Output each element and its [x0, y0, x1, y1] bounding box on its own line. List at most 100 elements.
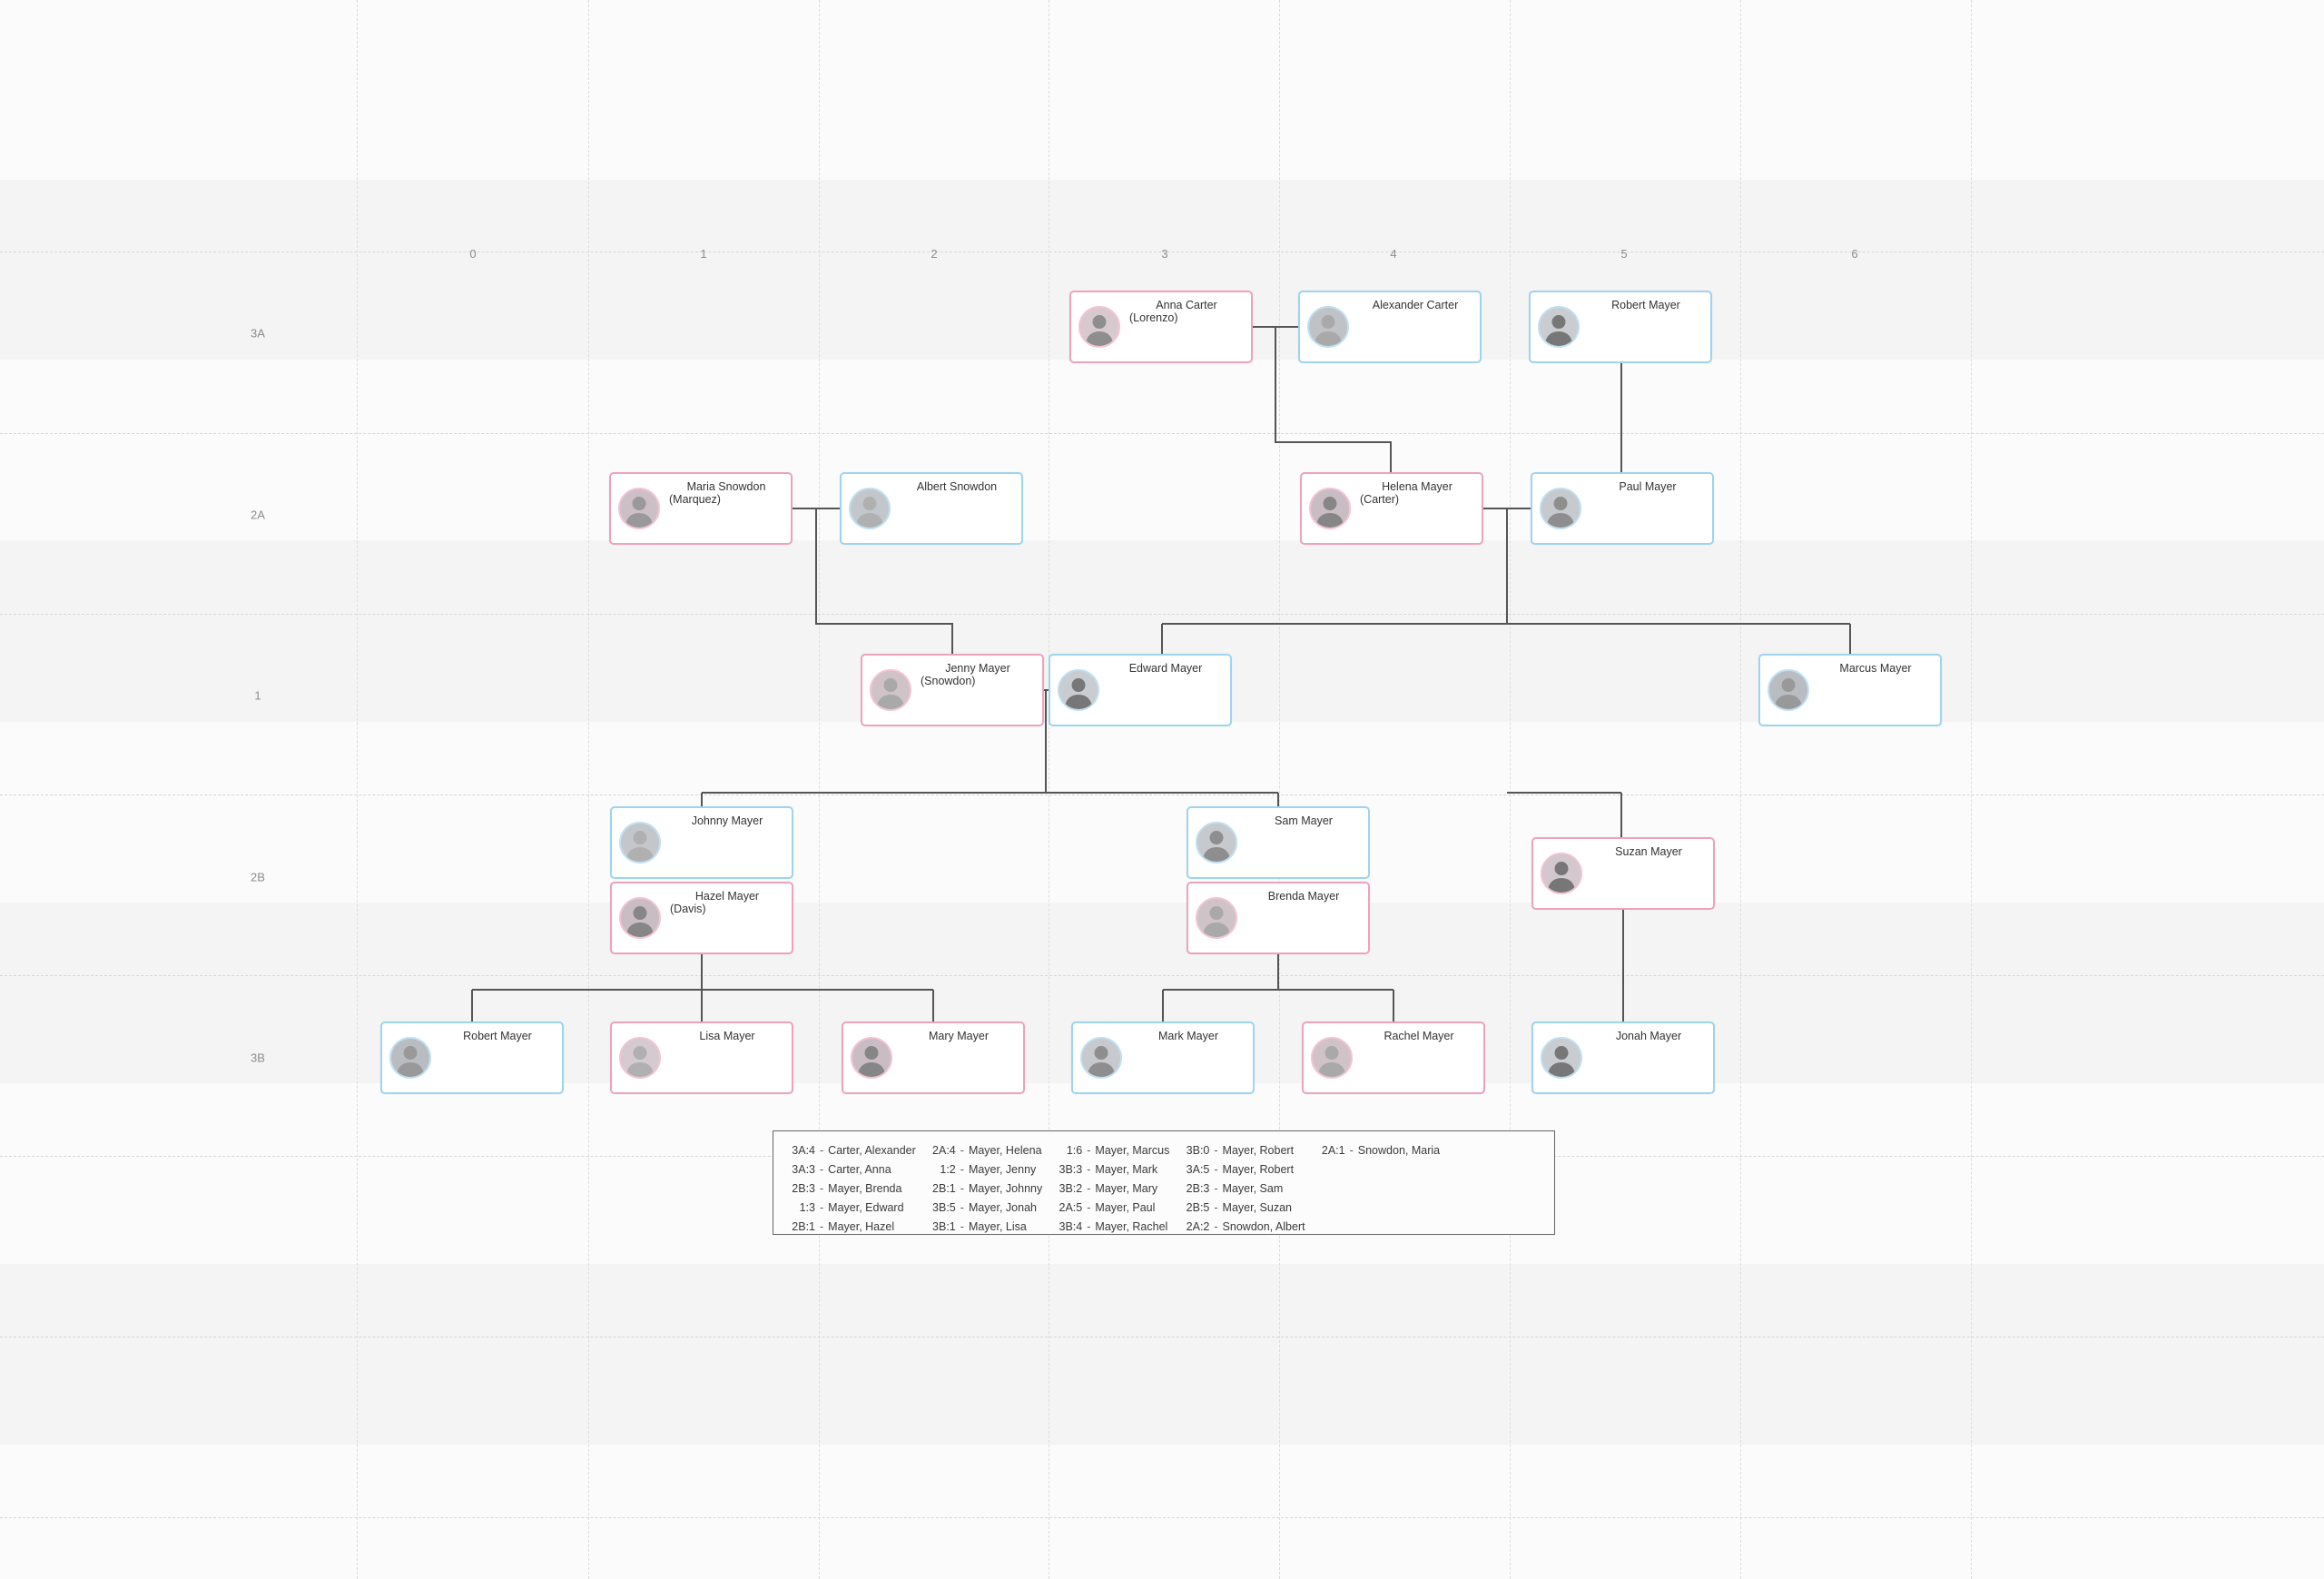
legend-dash: - — [820, 1182, 824, 1195]
legend-person-name: Mayer, Helena — [968, 1144, 1042, 1157]
legend-code: 3A:3 — [792, 1163, 815, 1176]
legend-cell: 2A:4- Mayer, Helena — [931, 1144, 1057, 1163]
legend-cell: 2B:3- Mayer, Brenda — [790, 1182, 931, 1201]
person-full-name: Sam Mayer — [1275, 814, 1333, 827]
person-full-name: Paul Mayer — [1619, 480, 1677, 493]
person-card-mark-mayer[interactable]: Mark Mayer — [1071, 1021, 1255, 1094]
horizontal-gridline-1 — [0, 433, 2324, 434]
legend-dash: - — [1349, 1144, 1354, 1157]
person-name: Sam Mayer — [1245, 814, 1363, 827]
person-card-suzan-mayer[interactable]: Suzan Mayer — [1531, 837, 1715, 910]
person-card-robert-mayer[interactable]: Robert Mayer — [1529, 291, 1712, 363]
row-label-1: 1 — [254, 688, 261, 703]
person-avatar-icon — [1538, 306, 1580, 348]
person-avatar-icon — [1311, 1037, 1353, 1079]
person-avatar-icon — [618, 488, 660, 529]
legend-person-name: Mayer, Johnny — [968, 1182, 1043, 1195]
legend-cell: 1:3- Mayer, Edward — [790, 1201, 931, 1220]
person-card-jenny-mayer[interactable]: Jenny Mayer (Snowdon) — [861, 654, 1044, 726]
legend-code: 2B:3 — [1186, 1182, 1210, 1195]
person-maiden-name: (Carter) — [1360, 493, 1400, 506]
legend-dash: - — [1214, 1144, 1218, 1157]
person-avatar-icon — [870, 669, 911, 711]
person-name: Jonah Mayer — [1590, 1030, 1708, 1042]
person-full-name: Suzan Mayer — [1615, 845, 1682, 858]
legend-dash: - — [960, 1182, 964, 1195]
vertical-gridline-4 — [1279, 0, 1281, 1579]
legend-row: 2B:3- Mayer, Brenda 2B:1- Mayer, Johnny 3B:2… — [790, 1182, 1454, 1201]
legend-dash: - — [820, 1144, 824, 1157]
row-label-2B: 2B — [251, 870, 265, 884]
person-card-rachel-mayer[interactable]: Rachel Mayer — [1302, 1021, 1485, 1094]
legend-code: 3B:3 — [1059, 1163, 1083, 1176]
person-card-maria-snowdon[interactable]: Maria Snowdon (Marquez) — [609, 472, 793, 545]
legend-person-name: Mayer, Paul — [1095, 1201, 1156, 1214]
person-name: Paul Mayer — [1589, 480, 1707, 493]
person-card-lisa-mayer[interactable]: Lisa Mayer — [610, 1021, 793, 1094]
person-card-edward-mayer[interactable]: Edward Mayer — [1049, 654, 1232, 726]
person-avatar-icon — [1768, 669, 1809, 711]
legend-dash: - — [1087, 1220, 1091, 1233]
column-label-1: 1 — [700, 247, 707, 261]
legend-row: 1:3- Mayer, Edward 3B:5- Mayer, Jonah 2A:5- M… — [790, 1201, 1454, 1220]
person-card-anna-carter[interactable]: Anna Carter (Lorenzo) — [1069, 291, 1253, 363]
legend-code: 2B:5 — [1186, 1201, 1210, 1214]
person-card-robert-mayer[interactable]: Robert Mayer — [380, 1021, 564, 1094]
column-label-2: 2 — [931, 247, 938, 261]
legend-code: 3B:2 — [1059, 1182, 1083, 1195]
person-avatar-icon — [1541, 1037, 1582, 1079]
person-avatar-icon — [1307, 306, 1349, 348]
person-full-name: Robert Mayer — [463, 1030, 532, 1042]
person-avatar-icon — [1196, 822, 1237, 864]
legend-dash: - — [820, 1163, 824, 1176]
column-label-3: 3 — [1161, 247, 1168, 261]
legend-code: 3B:4 — [1059, 1220, 1083, 1233]
person-avatar-icon — [619, 1037, 661, 1079]
person-avatar-icon — [849, 488, 891, 529]
legend-dash: - — [820, 1220, 824, 1233]
legend-code: 2A:2 — [1186, 1220, 1210, 1233]
person-card-mary-mayer[interactable]: Mary Mayer — [842, 1021, 1025, 1094]
legend-code: 2B:1 — [792, 1220, 815, 1233]
vertical-gridline-6 — [1740, 0, 1742, 1579]
legend-cell: 1:6- Mayer, Marcus — [1057, 1144, 1184, 1163]
person-name: Brenda Mayer — [1245, 890, 1363, 903]
person-full-name: Robert Mayer — [1611, 299, 1680, 311]
column-label-5: 5 — [1620, 247, 1628, 261]
person-card-brenda-mayer[interactable]: Brenda Mayer — [1187, 882, 1370, 954]
legend-dash: - — [960, 1144, 964, 1157]
person-full-name: Edward Mayer — [1128, 662, 1203, 675]
legend-cell: 2B:3- Mayer, Sam — [1184, 1182, 1319, 1201]
legend-person-name: Carter, Anna — [828, 1163, 891, 1176]
legend-code: 3A:5 — [1186, 1163, 1210, 1176]
family-tree-canvas[interactable]: 0 1 2 3 4 5 6 3A 2A 1 2B 3B Anna Carter (Lorenzo) Al… — [0, 0, 2324, 1579]
person-card-helena-mayer[interactable]: Helena Mayer (Carter) — [1300, 472, 1483, 545]
legend-person-name: Mayer, Sam — [1222, 1182, 1284, 1195]
legend-cell: 3B:0- Mayer, Robert — [1184, 1144, 1319, 1163]
person-card-sam-mayer[interactable]: Sam Mayer — [1187, 806, 1370, 879]
person-maiden-name: (Snowdon) — [921, 675, 976, 687]
person-card-albert-snowdon[interactable]: Albert Snowdon — [840, 472, 1023, 545]
legend-person-name: Mayer, Marcus — [1095, 1144, 1170, 1157]
legend-dash: - — [960, 1201, 964, 1214]
person-avatar-icon — [1078, 306, 1120, 348]
person-full-name: Rachel Mayer — [1384, 1030, 1454, 1042]
person-card-marcus-mayer[interactable]: Marcus Mayer — [1758, 654, 1942, 726]
legend-dash: - — [960, 1163, 964, 1176]
person-full-name: Brenda Mayer — [1267, 890, 1340, 903]
legend-person-name: Mayer, Edward — [828, 1201, 904, 1214]
row-label-2A: 2A — [251, 508, 265, 522]
person-name: Mary Mayer — [900, 1030, 1018, 1042]
horizontal-gridline-4 — [0, 975, 2324, 976]
legend-code: 2A:1 — [1321, 1144, 1345, 1157]
person-card-johnny-mayer[interactable]: Johnny Mayer — [610, 806, 793, 879]
legend-person-name: Snowdon, Albert — [1222, 1220, 1305, 1233]
person-card-jonah-mayer[interactable]: Jonah Mayer — [1531, 1021, 1715, 1094]
row-label-3B: 3B — [251, 1051, 265, 1065]
person-card-alexander-carter[interactable]: Alexander Carter — [1298, 291, 1482, 363]
person-card-hazel-mayer[interactable]: Hazel Mayer (Davis) — [610, 882, 793, 954]
person-full-name: Jenny Mayer — [945, 662, 1010, 675]
person-avatar-icon — [619, 897, 661, 939]
person-card-paul-mayer[interactable]: Paul Mayer — [1531, 472, 1714, 545]
connector-lines — [471, 326, 1851, 1021]
